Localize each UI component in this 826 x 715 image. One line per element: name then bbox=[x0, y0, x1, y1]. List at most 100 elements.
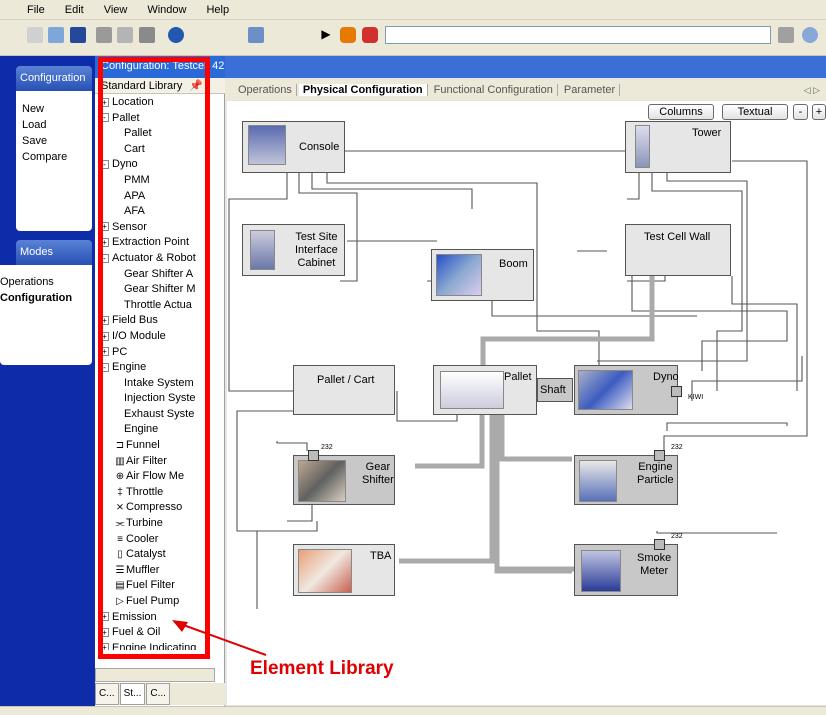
test-cell-wall-node[interactable]: Test Cell Wall bbox=[625, 224, 731, 276]
library-tree-item[interactable]: Cart bbox=[100, 142, 208, 158]
nav-new[interactable]: New bbox=[16, 101, 92, 117]
expand-icon[interactable]: + bbox=[100, 222, 109, 232]
tab-operations[interactable]: Operations bbox=[234, 84, 297, 96]
nav-configuration[interactable]: Configuration bbox=[0, 290, 92, 306]
library-tree-item[interactable]: + Sensor bbox=[100, 220, 208, 236]
dyno-node[interactable]: Dyno KIWI bbox=[574, 365, 703, 415]
library-tree-item[interactable]: - Dyno bbox=[100, 157, 208, 173]
library-tab-3[interactable]: C... bbox=[146, 683, 170, 705]
tower-node[interactable]: Tower bbox=[625, 121, 731, 173]
nav-load[interactable]: Load bbox=[16, 117, 92, 133]
menu-view[interactable]: View bbox=[104, 4, 128, 16]
tba-node[interactable]: TBA bbox=[293, 544, 395, 596]
menu-window[interactable]: Window bbox=[147, 4, 186, 16]
tools-icon[interactable] bbox=[778, 27, 794, 43]
paste-icon[interactable] bbox=[139, 27, 155, 43]
library-tree-item[interactable]: Injection Syste bbox=[100, 391, 208, 407]
expand-icon[interactable]: + bbox=[100, 315, 109, 325]
window-icon[interactable] bbox=[248, 27, 264, 43]
tree-item-label: Turbine bbox=[126, 517, 163, 530]
library-tree-item[interactable]: ≡ Cooler bbox=[100, 532, 208, 548]
engine-particle-node[interactable]: Engine Particle 232 bbox=[574, 444, 683, 505]
nav-save[interactable]: Save bbox=[16, 133, 92, 149]
tab-physical-configuration[interactable]: Physical Configuration bbox=[298, 84, 428, 96]
library-tree-item[interactable]: AFA bbox=[100, 204, 208, 220]
pallet-node[interactable]: Pallet bbox=[433, 365, 537, 415]
library-tree-item[interactable]: Engine bbox=[100, 422, 208, 438]
library-tree-item[interactable]: ⊐ Funnel bbox=[100, 438, 208, 454]
library-tree-item[interactable]: ⫘ Turbine bbox=[100, 516, 208, 532]
dyno-port[interactable] bbox=[671, 386, 682, 397]
library-tree-item[interactable]: + I/O Module bbox=[100, 329, 208, 345]
library-tree-item[interactable]: ▥Air Filter bbox=[100, 454, 208, 470]
tab-scroll-arrows[interactable]: ◁ ▷ bbox=[804, 85, 820, 96]
expand-icon[interactable]: + bbox=[100, 643, 109, 650]
library-horizontal-scrollbar[interactable] bbox=[95, 668, 215, 682]
database-icon[interactable] bbox=[340, 27, 356, 43]
library-tree-item[interactable]: Gear Shifter A bbox=[100, 267, 208, 283]
boom-node[interactable]: Boom bbox=[431, 249, 534, 301]
library-tree-item[interactable]: + Location bbox=[100, 95, 208, 111]
library-tree-item[interactable]: - Engine bbox=[100, 360, 208, 376]
library-tree-item[interactable]: Gear Shifter M bbox=[100, 282, 208, 298]
expand-icon[interactable]: + bbox=[100, 612, 109, 622]
library-tree-item[interactable]: + PC bbox=[100, 345, 208, 361]
menu-file[interactable]: File bbox=[27, 4, 45, 16]
gear-shifter-port[interactable] bbox=[308, 450, 319, 461]
tab-functional-configuration[interactable]: Functional Configuration bbox=[430, 84, 558, 96]
save-icon[interactable] bbox=[70, 27, 86, 43]
library-tree-item[interactable]: ▯ Catalyst bbox=[100, 547, 208, 563]
library-tree-item[interactable]: ▷ Fuel Pump bbox=[100, 594, 208, 610]
library-tree-item[interactable]: APA bbox=[100, 189, 208, 205]
library-tab-1[interactable]: C... bbox=[95, 683, 119, 705]
library-tree-item[interactable]: Pallet bbox=[100, 126, 208, 142]
cut-icon[interactable] bbox=[96, 27, 112, 43]
library-tree-item[interactable]: Throttle Actua bbox=[100, 298, 208, 314]
library-tree-item[interactable]: Intake System bbox=[100, 376, 208, 392]
menu-edit[interactable]: Edit bbox=[65, 4, 84, 16]
tree-item-label: Dyno bbox=[112, 158, 138, 171]
library-tree-item[interactable]: - Actuator & Robot bbox=[100, 251, 208, 267]
database-remove-icon[interactable] bbox=[362, 27, 378, 43]
shaft-node[interactable]: Shaft bbox=[537, 378, 573, 402]
help-icon[interactable] bbox=[168, 27, 184, 43]
expand-icon[interactable]: + bbox=[100, 237, 109, 247]
smoke-meter-node[interactable]: Smoke Meter 232 bbox=[574, 533, 683, 596]
nav-operations[interactable]: Operations bbox=[0, 274, 92, 290]
menu-help[interactable]: Help bbox=[206, 4, 229, 16]
pin-icon[interactable]: 📌 bbox=[189, 80, 203, 92]
refresh-icon[interactable] bbox=[802, 27, 818, 43]
expand-icon[interactable]: + bbox=[100, 331, 109, 341]
collapse-icon[interactable]: - bbox=[100, 159, 109, 169]
collapse-icon[interactable]: - bbox=[100, 362, 109, 372]
library-tree-item[interactable]: Exhaust Syste bbox=[100, 407, 208, 423]
play-icon[interactable]: ▶ bbox=[318, 27, 334, 43]
library-tree-item[interactable]: PMM bbox=[100, 173, 208, 189]
library-tree-item[interactable]: ▤Fuel Filter bbox=[100, 578, 208, 594]
gear-shifter-node[interactable]: Gear Shifter 232 bbox=[293, 444, 395, 505]
open-icon[interactable] bbox=[48, 27, 64, 43]
library-tree-item[interactable]: ⨯ Compresso bbox=[100, 500, 208, 516]
expand-icon[interactable]: + bbox=[100, 627, 109, 637]
library-tree-item[interactable]: ‡ Throttle bbox=[100, 485, 208, 501]
console-node[interactable]: Console bbox=[242, 121, 345, 173]
test-site-interface-cabinet-node[interactable]: Test Site Interface Cabinet bbox=[242, 224, 345, 276]
library-tab-2[interactable]: St... bbox=[119, 683, 146, 705]
tab-parameter[interactable]: Parameter bbox=[560, 84, 621, 96]
smoke-meter-port[interactable] bbox=[654, 539, 665, 550]
expand-icon[interactable]: + bbox=[100, 347, 109, 357]
toolbar-input[interactable] bbox=[385, 26, 771, 44]
collapse-icon[interactable]: - bbox=[100, 113, 109, 123]
library-tree-item[interactable]: - Pallet bbox=[100, 111, 208, 127]
copy-icon[interactable] bbox=[117, 27, 133, 43]
library-tree-item[interactable]: + Extraction Point bbox=[100, 235, 208, 251]
library-tree-item[interactable]: ⊕ Air Flow Me bbox=[100, 469, 208, 485]
library-tree-item[interactable]: ☰ Muffler bbox=[100, 563, 208, 579]
expand-icon[interactable]: + bbox=[100, 97, 109, 107]
engine-particle-port[interactable] bbox=[654, 450, 665, 461]
nav-compare[interactable]: Compare bbox=[16, 149, 92, 165]
new-icon[interactable] bbox=[27, 27, 43, 43]
pallet-cart-node[interactable]: Pallet / Cart bbox=[293, 365, 395, 415]
library-tree-item[interactable]: + Field Bus bbox=[100, 313, 208, 329]
collapse-icon[interactable]: - bbox=[100, 253, 109, 263]
